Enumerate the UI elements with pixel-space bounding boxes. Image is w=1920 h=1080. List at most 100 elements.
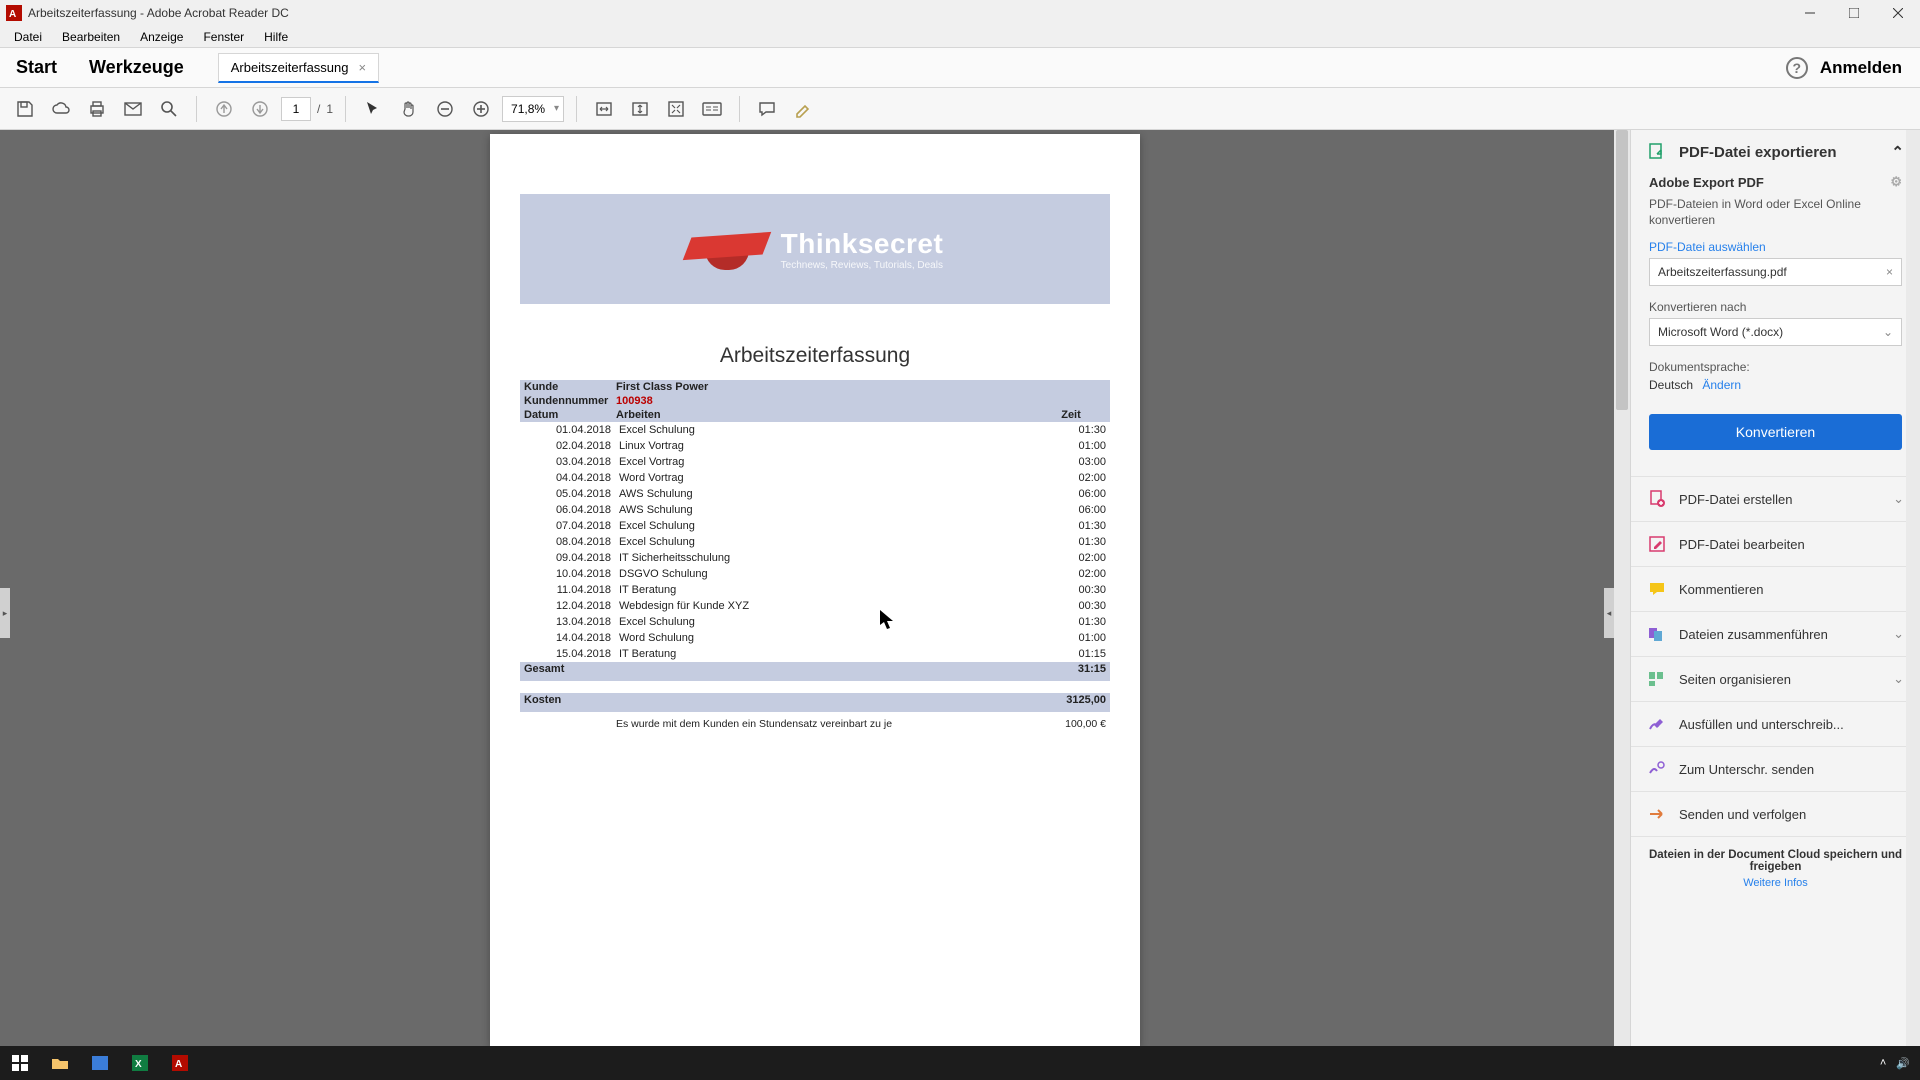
tool-create-pdf-label: PDF-Datei erstellen: [1679, 492, 1792, 507]
tool-combine[interactable]: Dateien zusammenführen ⌄: [1631, 611, 1920, 656]
tool-comment[interactable]: Kommentieren: [1631, 566, 1920, 611]
tool-organize[interactable]: Seiten organisieren ⌄: [1631, 656, 1920, 701]
row-work: Excel Vortrag: [619, 454, 1036, 470]
row-time: 06:00: [1036, 486, 1106, 502]
tab-document[interactable]: Arbeitszeiterfassung ×: [218, 53, 379, 83]
settings-icon[interactable]: ⚙: [1890, 174, 1902, 190]
viewport-scrollbar[interactable]: [1614, 130, 1630, 1046]
table-row: 05.04.2018AWS Schulung06:00: [520, 486, 1110, 502]
row-time: 01:30: [1036, 534, 1106, 550]
selected-file-name: Arbeitszeiterfassung.pdf: [1658, 265, 1787, 279]
menu-help[interactable]: Hilfe: [254, 28, 298, 46]
tool-organize-label: Seiten organisieren: [1679, 672, 1791, 687]
select-file-link[interactable]: PDF-Datei auswählen: [1649, 240, 1902, 254]
sendtrack-icon: [1647, 804, 1667, 824]
zoom-out-icon[interactable]: [430, 94, 460, 124]
menu-window[interactable]: Fenster: [193, 28, 254, 46]
next-page-icon[interactable]: [245, 94, 275, 124]
table-row: 12.04.2018Webdesign für Kunde XYZ00:30: [520, 598, 1110, 614]
system-tray[interactable]: ˄ 🔊: [1880, 1057, 1920, 1070]
search-icon[interactable]: [154, 94, 184, 124]
document-viewport[interactable]: ▸ Thinksecret Technews, Reviews, Tutoria…: [0, 130, 1630, 1046]
fit-page-icon[interactable]: [625, 94, 655, 124]
row-time: 01:00: [1036, 438, 1106, 454]
hand-tool-icon[interactable]: [394, 94, 424, 124]
more-info-link[interactable]: Weitere Infos: [1643, 877, 1908, 889]
tool-edit-pdf-label: PDF-Datei bearbeiten: [1679, 537, 1805, 552]
row-date: 15.04.2018: [524, 646, 619, 662]
taskbar-explorer-icon[interactable]: [40, 1046, 80, 1080]
tray-volume-icon[interactable]: 🔊: [1896, 1057, 1910, 1070]
tab-start[interactable]: Start: [0, 48, 73, 87]
tool-fill-sign[interactable]: Ausfüllen und unterschreib...: [1631, 701, 1920, 746]
comment-icon[interactable]: [752, 94, 782, 124]
panel-scrollbar[interactable]: [1906, 130, 1920, 1046]
maximize-button[interactable]: [1832, 0, 1876, 26]
format-dropdown[interactable]: Microsoft Word (*.docx) ⌄: [1649, 318, 1902, 346]
table-row: 08.04.2018Excel Schulung01:30: [520, 534, 1110, 550]
fit-width-icon[interactable]: [589, 94, 619, 124]
fullscreen-icon[interactable]: [661, 94, 691, 124]
row-work: Excel Schulung: [619, 534, 1036, 550]
row-work: IT Beratung: [619, 582, 1036, 598]
table-row: 09.04.2018IT Sicherheitsschulung02:00: [520, 550, 1110, 566]
table-row: 15.04.2018IT Beratung01:15: [520, 646, 1110, 662]
select-tool-icon[interactable]: [358, 94, 388, 124]
clear-file-icon[interactable]: ×: [1886, 265, 1893, 279]
taskbar-app-icon[interactable]: [80, 1046, 120, 1080]
row-date: 10.04.2018: [524, 566, 619, 582]
prev-page-icon[interactable]: [209, 94, 239, 124]
tool-send-sign-label: Zum Unterschr. senden: [1679, 762, 1814, 777]
table-row: 11.04.2018IT Beratung00:30: [520, 582, 1110, 598]
zoom-dropdown[interactable]: 71,8%: [502, 96, 564, 122]
chevron-down-icon: ⌄: [1893, 491, 1904, 507]
edit-pdf-icon: [1647, 534, 1667, 554]
page-number-input[interactable]: [281, 97, 311, 121]
tray-chevron-icon[interactable]: ˄: [1880, 1057, 1886, 1069]
right-panel-toggle[interactable]: ◂: [1604, 588, 1614, 638]
kundennr-value: 100938: [616, 395, 1106, 407]
row-date: 06.04.2018: [524, 502, 619, 518]
cloud-promo: Dateien in der Document Cloud speichern …: [1631, 836, 1920, 901]
help-icon[interactable]: ?: [1786, 57, 1808, 79]
kundennr-label: Kundennummer: [524, 395, 616, 407]
kunde-label: Kunde: [524, 381, 616, 393]
zoom-in-icon[interactable]: [466, 94, 496, 124]
tools-panel: PDF-Datei exportieren ⌃ Adobe Export PDF…: [1630, 130, 1920, 1046]
language-change-link[interactable]: Ändern: [1702, 378, 1741, 392]
email-icon[interactable]: [118, 94, 148, 124]
row-date: 14.04.2018: [524, 630, 619, 646]
row-date: 04.04.2018: [524, 470, 619, 486]
minimize-button[interactable]: [1788, 0, 1832, 26]
menu-file[interactable]: Datei: [4, 28, 52, 46]
start-button[interactable]: [0, 1046, 40, 1080]
save-icon[interactable]: [10, 94, 40, 124]
tool-edit-pdf[interactable]: PDF-Datei bearbeiten: [1631, 521, 1920, 566]
tool-comment-label: Kommentieren: [1679, 582, 1764, 597]
tab-close-icon[interactable]: ×: [359, 60, 367, 75]
taskbar-excel-icon[interactable]: X: [120, 1046, 160, 1080]
tool-combine-label: Dateien zusammenführen: [1679, 627, 1828, 642]
create-pdf-icon: [1647, 489, 1667, 509]
taskbar-acrobat-icon[interactable]: A: [160, 1046, 200, 1080]
signin-link[interactable]: Anmelden: [1820, 58, 1902, 78]
tool-create-pdf[interactable]: PDF-Datei erstellen ⌄: [1631, 476, 1920, 521]
tool-send-track[interactable]: Senden und verfolgen: [1631, 791, 1920, 836]
left-panel-toggle[interactable]: ▸: [0, 588, 10, 638]
convert-button[interactable]: Konvertieren: [1649, 414, 1902, 450]
read-mode-icon[interactable]: [697, 94, 727, 124]
menu-edit[interactable]: Bearbeiten: [52, 28, 130, 46]
zeit-header: Zeit: [1036, 409, 1106, 421]
row-date: 12.04.2018: [524, 598, 619, 614]
menu-view[interactable]: Anzeige: [130, 28, 193, 46]
close-button[interactable]: [1876, 0, 1920, 26]
convert-to-label: Konvertieren nach: [1649, 300, 1902, 314]
tab-tools[interactable]: Werkzeuge: [73, 48, 200, 87]
print-icon[interactable]: [82, 94, 112, 124]
note-text: Es wurde mit dem Kunden ein Stundensatz …: [524, 718, 1016, 730]
tool-send-sign[interactable]: Zum Unterschr. senden: [1631, 746, 1920, 791]
cloud-icon[interactable]: [46, 94, 76, 124]
row-time: 01:30: [1036, 614, 1106, 630]
highlight-icon[interactable]: [788, 94, 818, 124]
export-pdf-header[interactable]: PDF-Datei exportieren ⌃: [1631, 130, 1920, 174]
